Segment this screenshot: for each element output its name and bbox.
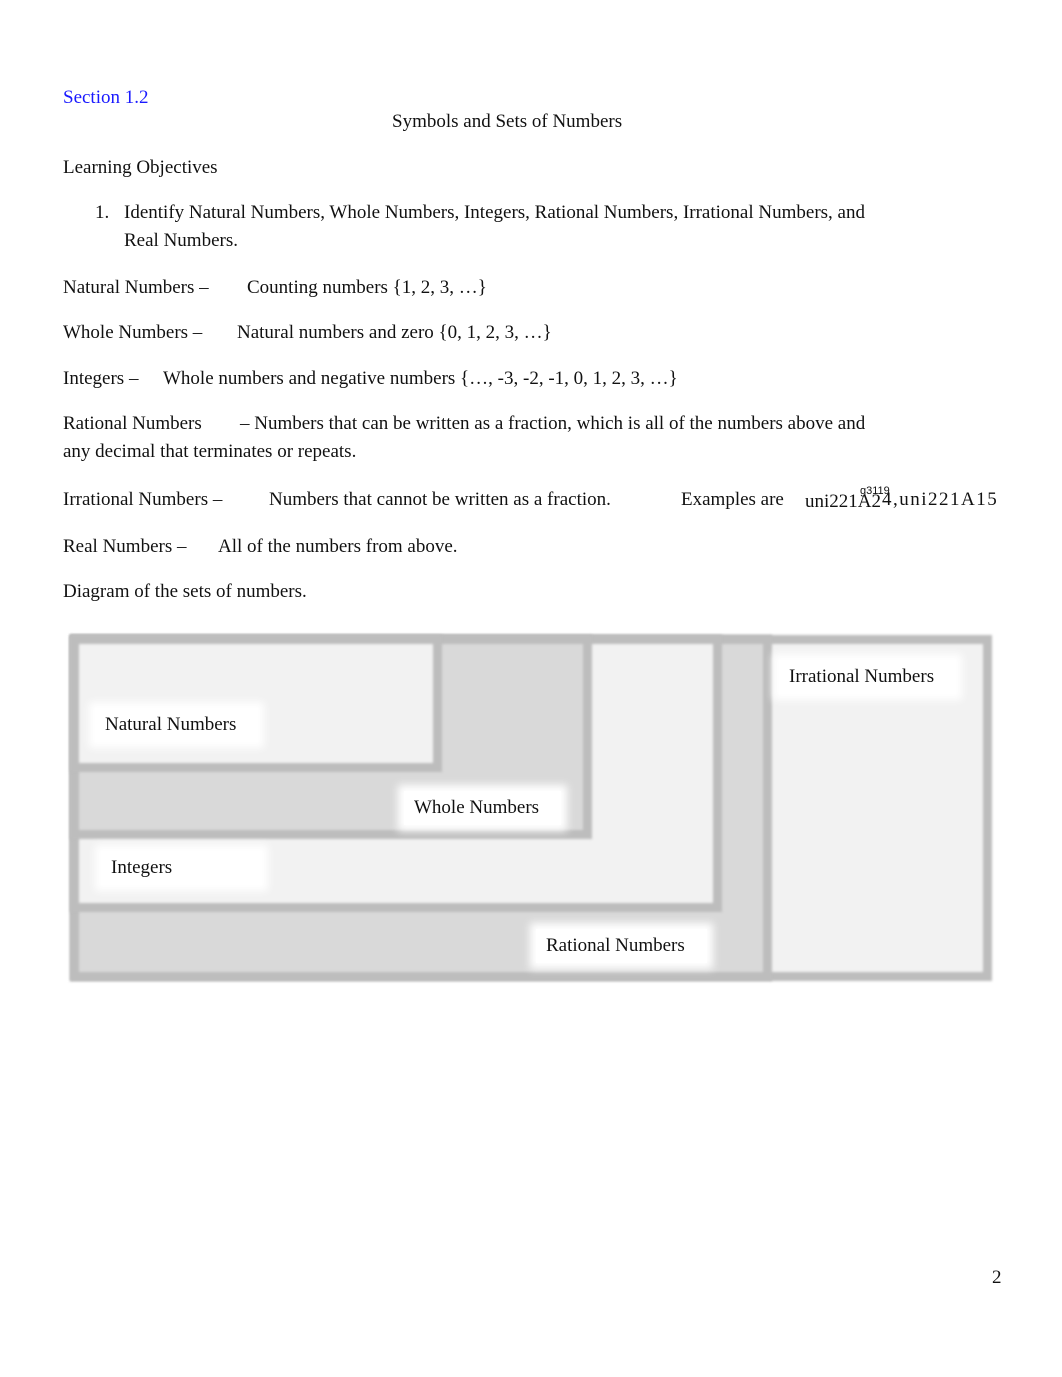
examples-label: Examples are — [681, 489, 784, 510]
natural-desc: Counting numbers {1, 2, 3, …} — [247, 277, 487, 298]
real-term: Real Numbers – — [63, 536, 187, 557]
whole-numbers-label: Whole Numbers — [404, 791, 562, 825]
irrational-term: Irrational Numbers – — [63, 489, 223, 510]
integers-label: Integers — [101, 851, 263, 885]
objective-text-line2: Real Numbers. — [124, 230, 238, 251]
irrational-desc: Numbers that cannot be written as a frac… — [269, 489, 611, 510]
examples-rest: 4,uni221A15 — [882, 489, 999, 510]
real-desc: All of the numbers from above. — [218, 536, 458, 557]
objectives-heading: Learning Objectives — [63, 157, 218, 178]
irrational-numbers-label: Irrational Numbers — [779, 660, 957, 694]
objective-text-line1: Identify Natural Numbers, Whole Numbers,… — [124, 202, 865, 223]
whole-term: Whole Numbers – — [63, 322, 203, 343]
diagram-caption: Diagram of the sets of numbers. — [63, 581, 307, 602]
natural-numbers-label: Natural Numbers — [95, 708, 259, 742]
page-title: Symbols and Sets of Numbers — [392, 111, 623, 132]
rational-term: Rational Numbers — [63, 413, 202, 434]
rational-desc-line1: – Numbers that can be written as a fract… — [240, 413, 866, 434]
document-page: Section 1.2 Symbols and Sets of Numbers … — [0, 0, 1062, 1377]
page-number: 2 — [992, 1267, 1002, 1288]
integers-desc: Whole numbers and negative numbers {…, -… — [163, 368, 678, 389]
section-link[interactable]: Section 1.2 — [63, 87, 149, 109]
natural-term: Natural Numbers – — [63, 277, 209, 298]
natural-numbers-box — [70, 635, 442, 772]
rational-desc-line2: any decimal that terminates or repeats. — [63, 441, 357, 462]
whole-desc: Natural numbers and zero {0, 1, 2, 3, …} — [237, 322, 552, 343]
integers-term: Integers – — [63, 368, 139, 389]
objective-number: 1. — [95, 202, 110, 223]
rational-numbers-label: Rational Numbers — [536, 929, 707, 963]
